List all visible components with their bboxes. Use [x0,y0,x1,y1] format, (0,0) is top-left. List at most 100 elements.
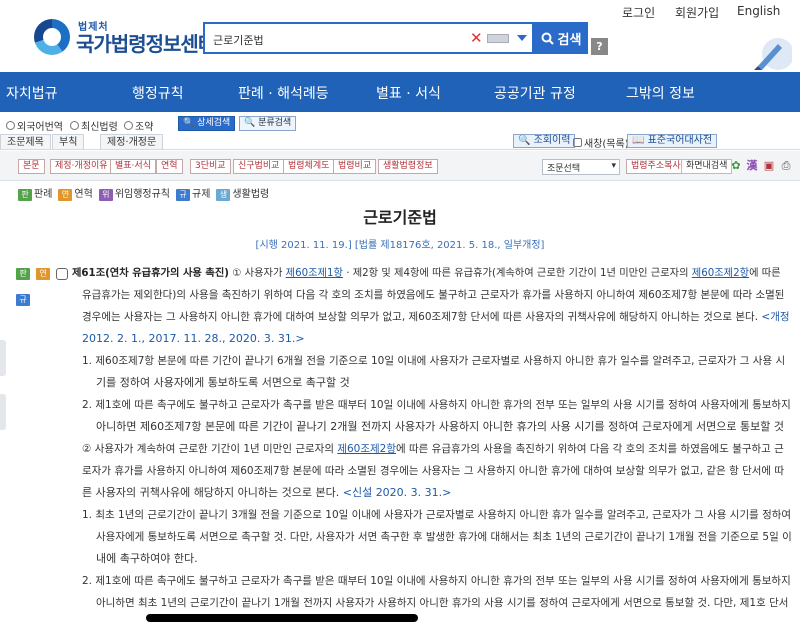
history-badge-icon[interactable]: 연 [36,268,50,280]
precedent-badge-icon[interactable]: 판 [16,268,30,280]
tab-article-title[interactable]: 조문제목 [0,134,51,149]
search-button-label: 검색 [557,32,582,48]
print-icon[interactable]: ⎙ [779,159,793,173]
subitem-1-line-3: 내에 촉구하여야 한다. [96,552,198,565]
keyboard-icon[interactable] [487,34,509,43]
dictionary-label: 표준국어대사전 [647,135,713,146]
subitem-2-line-2: 아니하면 최초 1년의 근로기간이 끝나기 1개월 전까지 사용자가 사용하지 … [96,597,789,609]
link-article-60-2[interactable]: 제60조제2항 [692,267,749,279]
item-2-line-2: 아니하면 제60조제7항 본문에 따른 기간이 끝나기 2개월 전까지 사용자가… [96,420,785,433]
text: 경우에는 사용자는 그 사용하지 아니한 휴가에 대하여 보상할 의무가 없고,… [82,311,762,323]
english-link[interactable]: English [737,4,780,18]
item-1-line-1: 1. 제60조제7항 본문에 따른 기간이 끝나기 6개월 전을 기준으로 10… [82,355,786,367]
search-options: 외국어번역 최신법령 조약 🔍 상세검색 🔍 분류검색 [0,114,800,134]
header: 법제처 국가법령정보센터 근로기준법 ✕ 검색 ? 로그인 회원가입 Engli… [0,0,800,72]
btn-three-way[interactable]: 3단비교 [190,159,231,174]
legend-label: 판례 [34,189,53,200]
history-badge-icon: 연 [58,189,73,201]
dictionary-button[interactable]: 📖 표준국어대사전 [627,134,718,148]
legend-label: 연혁 [74,189,93,200]
radio-icon [6,121,15,130]
btn-history[interactable]: 연혁 [156,159,183,174]
new-window-checkbox[interactable]: 새창(목록) [573,135,629,150]
subitem-1-line-1: 1. 최초 1년의 근로기간이 끝나기 3개월 전을 기준으로 10일 이내에 … [82,509,792,521]
nav-attachments[interactable]: 별표 · 서식 [376,83,441,103]
law-toolbar: 본문 제정·개정이유 별표·서식 연혁 3단비교 신구법비교 법령체계도 법령비… [0,151,800,181]
btn-hierarchy[interactable]: 법령체계도 [283,159,335,174]
btn-body[interactable]: 본문 [18,159,45,174]
article-select[interactable]: 조문선택 [542,159,620,175]
left-scroll-handle[interactable] [0,340,6,376]
article-checkbox[interactable] [56,268,68,280]
radio-latest-law[interactable]: 최신법령 [70,118,118,133]
subitem-2-line-1: 2. 제1호에 따른 촉구에도 불구하고 근로자가 촉구를 받은 때부터 10일… [82,575,791,587]
article-paragraph-2-line-2: 로자가 휴가를 사용하지 아니하여 제60조제7항 본문에 따라 소멸된 경우에… [82,465,785,477]
amendment-note[interactable]: <개정 [761,311,789,323]
btn-compare[interactable]: 법령비교 [333,159,377,174]
radio-icon [70,121,79,130]
regulation-badge-icon: 규 [176,189,191,201]
btn-life-info[interactable]: 생활법령정보 [378,159,438,174]
btn-old-new[interactable]: 신구법비교 [233,159,285,174]
legend-label: 위임행정규칙 [114,189,171,200]
law-title: 근로기준법 [363,208,437,227]
signup-link[interactable]: 회원가입 [675,4,719,21]
btn-attachments[interactable]: 별표·서식 [110,159,156,174]
legend-label: 생활법령 [232,189,270,200]
hanja-icon[interactable]: 漢 [745,159,759,173]
nav-precedents[interactable]: 판례 · 해석례등 [238,83,329,103]
category-search-button[interactable]: 🔍 분류검색 [239,116,297,131]
search-query[interactable]: 근로기준법 [213,32,264,48]
banner-icon [754,38,792,70]
redaction-bar [146,614,418,622]
radio-label: 최신법령 [81,122,118,133]
help-button[interactable]: ? [591,38,608,55]
logo-title: 국가법령정보센터 [76,32,216,56]
history-button[interactable]: 🔍 조회이력 [513,134,576,148]
radio-foreign-translation[interactable]: 외국어번역 [6,118,63,133]
new-provision-note[interactable]: <신설 2020. 3. 31.> [343,486,452,499]
btn-find-in-page[interactable]: 화면내검색 [681,159,733,174]
amendment-dates[interactable]: 2012. 2. 1., 2017. 11. 28., 2020. 3. 31.… [82,332,305,346]
nav-admin-rules[interactable]: 행정규칙 [132,83,184,103]
btn-copy-address[interactable]: 법령주소복사 [626,159,686,174]
delegated-badge-icon: 위 [98,189,113,201]
radio-label: 조약 [135,122,154,133]
subitem-1-line-2: 사용자에게 통보하도록 서면으로 촉구할 것. 다만, 사용자가 서면 촉구한 … [96,531,792,543]
site-logo[interactable]: 법제처 국가법령정보센터 [34,18,216,56]
article-paragraph-2-line-3: 른 사용자의 귀책사유에 해당하지 아니하는 것으로 본다. <신설 2020.… [82,486,451,500]
checkbox-icon [573,138,582,147]
regulation-badge-icon[interactable]: 규 [16,294,30,306]
detail-search-button[interactable]: 🔍 상세검색 [178,116,236,131]
legend-delegated: 위 위임행정규칙 [98,185,171,201]
category-search-label: 분류검색 [258,118,292,128]
search-button[interactable]: 검색 [534,22,588,54]
tab-enactment[interactable]: 제정·개정문 [100,134,164,149]
nav-local-ordinance[interactable]: 자치법규 [6,83,58,103]
nav-public-regulations[interactable]: 공공기관 규정 [494,83,576,103]
tab-supplementary[interactable]: 부칙 [52,134,85,149]
text: ① 사용자가 [232,267,286,279]
clear-icon[interactable]: ✕ [470,29,483,47]
legend: 판 판례 연 연혁 위 위임행정규칙 규 규제 생 생활법령 [18,185,269,201]
article-paragraph-1-line-2: 유급휴가는 제외한다)의 사용을 촉진하기 위하여 다음 각 호의 조치를 하였… [82,289,785,301]
login-link[interactable]: 로그인 [622,4,655,21]
link-article-60-1[interactable]: 제60조제1항 [286,267,343,279]
text: 에 따른 유급휴가의 사용을 촉진하기 위하여 다음 각 호의 조치를 하였음에… [396,443,784,455]
history-label: 조회이력 [533,135,571,146]
btn-reason[interactable]: 제정·개정이유 [50,159,113,174]
chevron-down-icon[interactable] [517,35,527,41]
link-article-60-2[interactable]: 제60조제2항 [337,443,396,455]
leaf-icon[interactable]: ✿ [729,159,743,173]
save-icon[interactable]: ▣ [762,159,776,173]
legend-label: 규제 [192,189,211,200]
nav-other-info[interactable]: 그밖의 정보 [626,83,695,103]
search-input[interactable]: 근로기준법 ✕ [203,22,534,54]
precedent-badge-icon: 판 [18,189,32,201]
item-1-line-2: 기를 정하여 사용자에게 통보하도록 서면으로 촉구할 것 [96,376,350,389]
logo-icon [34,18,70,55]
search-icon [541,32,554,45]
left-scroll-handle[interactable] [0,394,6,430]
radio-icon [124,121,133,130]
radio-treaty[interactable]: 조약 [124,118,153,133]
